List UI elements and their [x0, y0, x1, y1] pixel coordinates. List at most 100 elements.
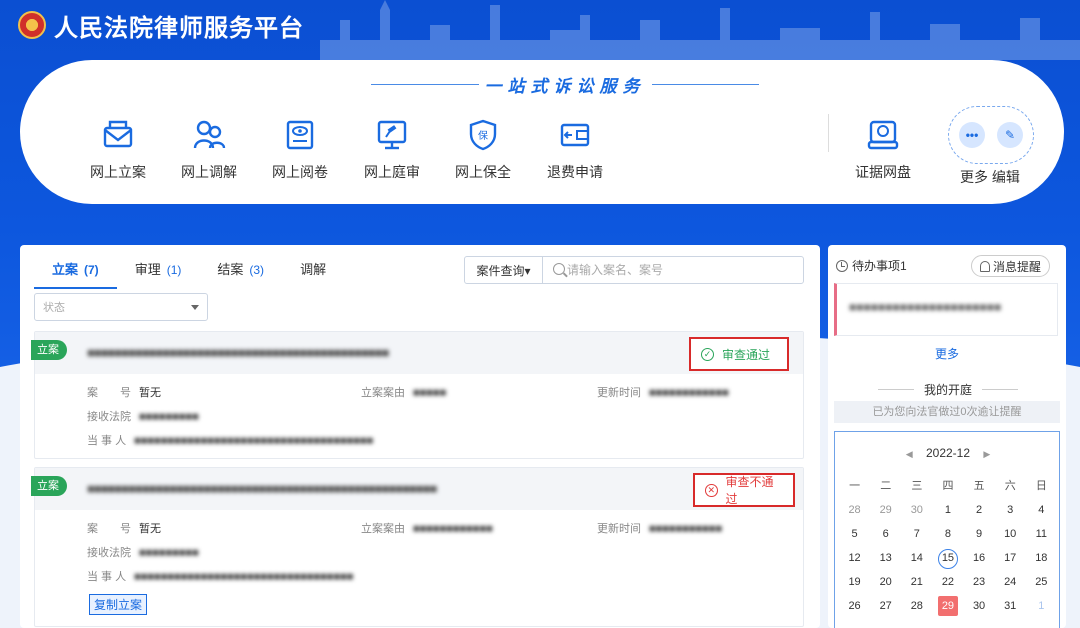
service-online-mediation[interactable]: 网上调解 [169, 118, 249, 182]
field-label: 案 号 [87, 523, 131, 535]
calendar-day[interactable]: 30 [901, 500, 932, 524]
field-value: ■■■■■■■■■■■■■■■■■■■■■■■■■■■■■■■■■■■■ [134, 435, 374, 447]
field-label: 接收法院 [87, 411, 131, 423]
envelope-icon [103, 120, 133, 148]
calendar-day[interactable]: 18 [1026, 548, 1057, 572]
divider [828, 114, 829, 152]
calendar-day[interactable]: 4 [1026, 500, 1057, 524]
calendar-day-number: 17 [1004, 552, 1017, 564]
calendar-day[interactable]: 12 [839, 548, 870, 572]
calendar-day[interactable]: 29 [932, 596, 963, 620]
prev-month-icon[interactable]: ◀ [906, 449, 913, 459]
calendar-day[interactable]: 13 [870, 548, 901, 572]
field-value: ■■■■■■■■■■■■ [649, 387, 729, 399]
service-label: 网上立案 [90, 164, 146, 180]
tab-mediation[interactable]: 调解 [282, 259, 350, 289]
calendar-day-number: 7 [913, 528, 920, 540]
calendar-day[interactable]: 17 [995, 548, 1026, 572]
filing-reason-field: 立案案由 ■■■■■ [361, 384, 446, 400]
message-reminder-button[interactable]: 消息提醒 [970, 255, 1050, 277]
calendar-day[interactable]: 15 [932, 548, 963, 572]
calendar-day[interactable]: 1 [1026, 596, 1057, 620]
copy-filing-button[interactable]: 复制立案 [89, 594, 148, 615]
calendar-day[interactable]: 1 [932, 500, 963, 524]
calendar-day-number: 5 [851, 528, 858, 540]
weekday-label: 四 [942, 480, 954, 492]
calendar-day[interactable]: 25 [1026, 572, 1057, 596]
calendar-day[interactable]: 9 [964, 524, 995, 548]
calendar-day[interactable]: 29 [870, 500, 901, 524]
calendar-day[interactable]: 14 [901, 548, 932, 572]
service-label: 退费申请 [547, 164, 603, 180]
case-number-field: 案 号暂无 [87, 384, 161, 400]
calendar-day[interactable]: 5 [839, 524, 870, 548]
caret-down-icon [191, 305, 199, 310]
calendar-week: 5 6 7 8 9 10 11 [839, 524, 1057, 548]
calendar-day-number: 11 [1035, 528, 1048, 540]
calendar-day-number: 3 [1007, 504, 1014, 516]
service-online-preservation[interactable]: 保 网上保全 [443, 118, 523, 182]
calendar-day[interactable]: 7 [901, 524, 932, 548]
calendar-day[interactable]: 26 [839, 596, 870, 620]
calendar-day-number: 23 [972, 576, 986, 588]
case-panel: 立案(7) 审理(1) 结案(3) 调解 案件查询▾ 状态 立案 ■■■■■■■… [20, 245, 820, 628]
calendar-day[interactable]: 22 [932, 572, 963, 596]
weekday-label: 日 [1035, 480, 1047, 492]
calendar-day[interactable]: 21 [901, 572, 932, 596]
case-card[interactable]: 立案 ■■■■■■■■■■■■■■■■■■■■■■■■■■■■■■■■■■■■■… [31, 331, 804, 459]
calendar-day-number: 30 [910, 504, 923, 516]
service-online-reading[interactable]: 网上阅卷 [260, 118, 340, 182]
calendar-day[interactable]: 3 [995, 500, 1026, 524]
filing-reason-field: 立案案由 ■■■■■■■■■■■■ [361, 520, 493, 536]
status-select[interactable]: 状态 [34, 293, 208, 321]
calendar-day[interactable]: 30 [964, 596, 995, 620]
calendar-day[interactable]: 20 [870, 572, 901, 596]
calendar-day[interactable]: 11 [1026, 524, 1057, 548]
case-card[interactable]: 立案 ■■■■■■■■■■■■■■■■■■■■■■■■■■■■■■■■■■■■■… [31, 467, 804, 627]
more-edit-label[interactable]: 更多 编辑 [940, 167, 1040, 187]
calendar-day[interactable]: 23 [964, 572, 995, 596]
next-month-icon[interactable]: ▶ [983, 449, 990, 459]
service-evidence-drive[interactable]: 证据网盘 [843, 118, 923, 182]
side-panel: 待办事项1 消息提醒 ■■■■■■■■■■■■■■■■■■■■■ 更多 我的开庭… [828, 245, 1066, 628]
calendar-day[interactable]: 8 [932, 524, 963, 548]
tab-label: 审理 [134, 262, 161, 277]
calendar-day[interactable]: 16 [964, 548, 995, 572]
calendar-day[interactable]: 24 [995, 572, 1026, 596]
calendar-day-number: 12 [848, 552, 861, 564]
calendar-day-number: 1 [1038, 600, 1045, 612]
field-label: 案 号 [87, 387, 131, 399]
calendar-day[interactable]: 2 [964, 500, 995, 524]
calendar-day[interactable]: 28 [901, 596, 932, 620]
todo-item-text: ■■■■■■■■■■■■■■■■■■■■■ [849, 300, 1002, 314]
calendar-day[interactable]: 10 [995, 524, 1026, 548]
service-refund-request[interactable]: 退费申请 [535, 118, 615, 182]
reminder-note: 已为您向法官做过0次逾让提醒 [834, 401, 1060, 423]
calendar-day-number: 27 [879, 600, 892, 612]
pencil-icon[interactable]: ✎ [997, 122, 1023, 148]
case-title[interactable]: ■■■■■■■■■■■■■■■■■■■■■■■■■■■■■■■■■■■■■■■■… [87, 481, 437, 496]
case-header: 立案 ■■■■■■■■■■■■■■■■■■■■■■■■■■■■■■■■■■■■■… [31, 468, 803, 510]
gavel-screen-icon [377, 120, 407, 150]
more-link[interactable]: 更多 [828, 345, 1066, 362]
field-label: 立案案由 [361, 387, 405, 399]
search-input[interactable] [543, 257, 803, 283]
field-label: 当 事 人 [87, 435, 127, 447]
service-online-trial[interactable]: 网上庭审 [352, 118, 432, 182]
more-dots-icon[interactable]: ••• [959, 122, 985, 148]
tab-trial[interactable]: 审理 (1) [117, 259, 200, 289]
search-type-dropdown[interactable]: 案件查询▾ [465, 257, 543, 283]
calendar-day[interactable]: 19 [839, 572, 870, 596]
todo-item[interactable]: ■■■■■■■■■■■■■■■■■■■■■ [834, 283, 1058, 336]
field-value: ■■■■■■■■■■■■ [413, 523, 493, 535]
calendar-day[interactable]: 27 [870, 596, 901, 620]
calendar-day[interactable]: 28 [839, 500, 870, 524]
field-label: 立案案由 [361, 523, 405, 535]
calendar-day[interactable]: 31 [995, 596, 1026, 620]
case-title[interactable]: ■■■■■■■■■■■■■■■■■■■■■■■■■■■■■■■■■■■■■■■■… [87, 345, 389, 360]
service-online-filing[interactable]: 网上立案 [78, 118, 158, 182]
tab-closed[interactable]: 结案 (3) [199, 259, 282, 289]
calendar-day[interactable]: 6 [870, 524, 901, 548]
calendar-day-number: 21 [910, 576, 923, 588]
tab-filing[interactable]: 立案 (7) [34, 259, 117, 289]
